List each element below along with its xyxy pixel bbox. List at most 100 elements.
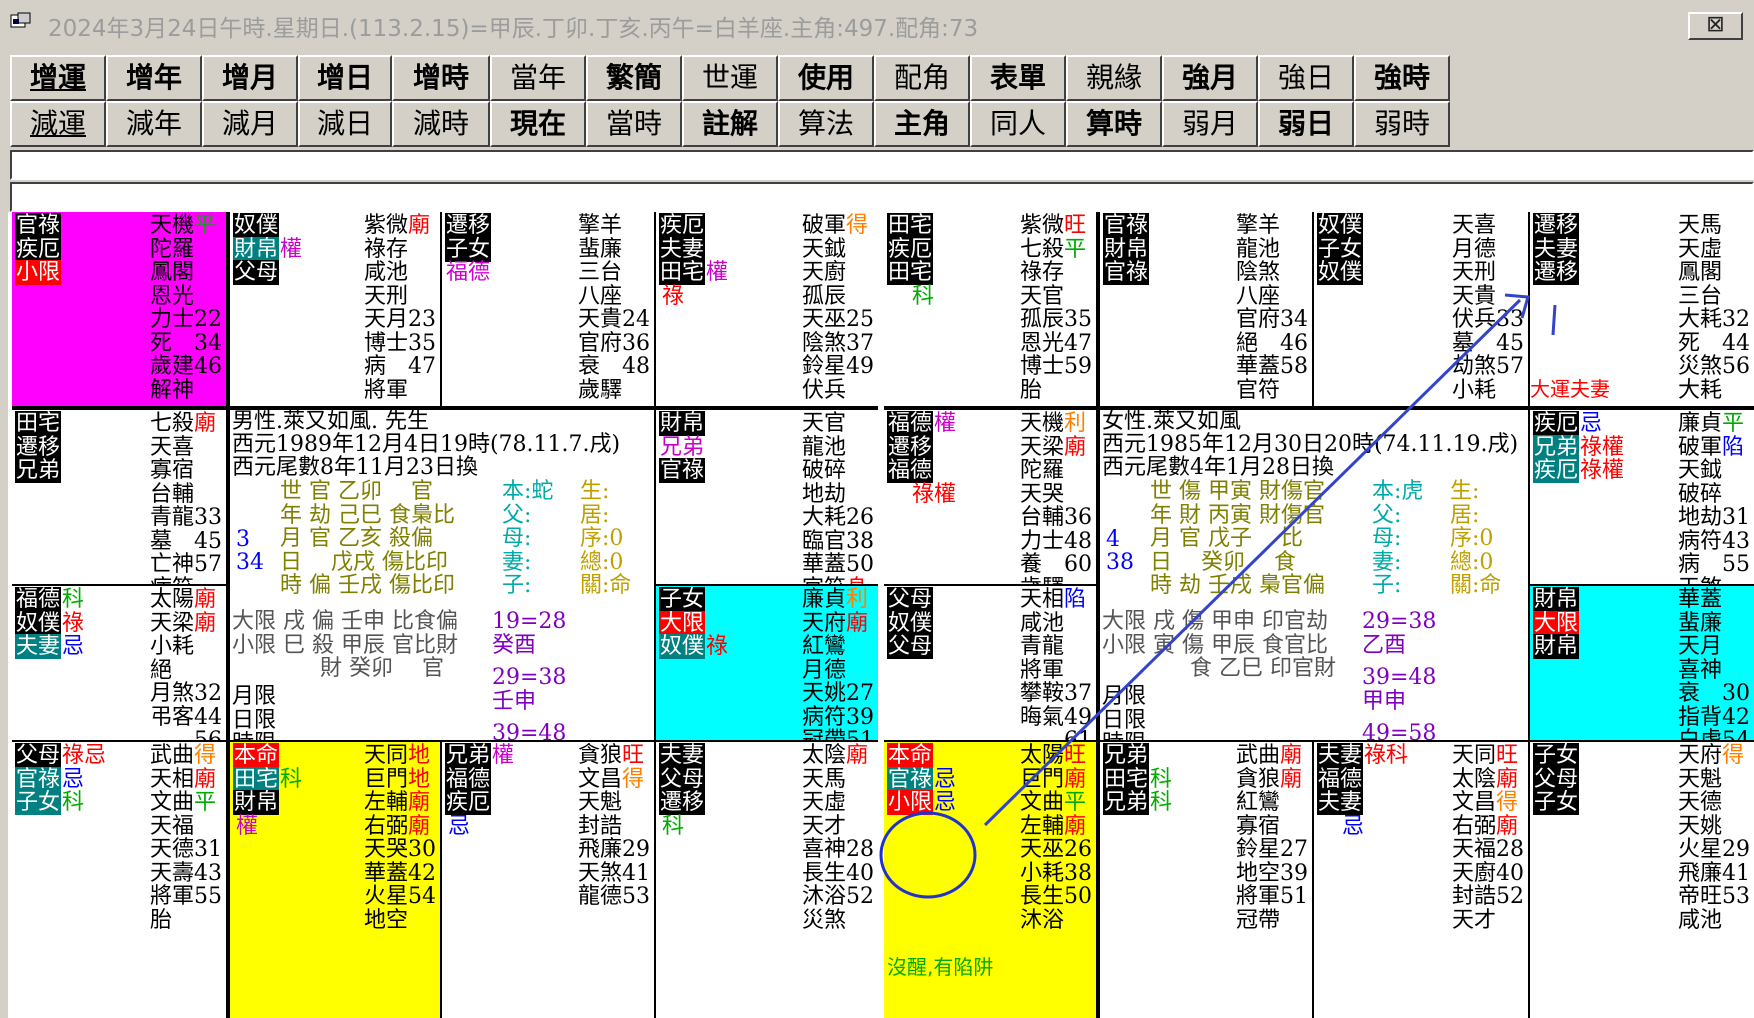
palace-label: 福德: [1317, 766, 1364, 792]
star-name: 天相: [1020, 587, 1065, 612]
toolbar-button-row1-10[interactable]: 表單: [970, 55, 1066, 101]
toolbar-button-label: 減日: [316, 107, 373, 140]
palace-cell-wei[interactable]: 奴僕 子女 奴僕 天喜 月德 天刑 天貴 伏兵33 墓 45 劫煞57 小耗: [1314, 212, 1528, 406]
palace-cell-yin[interactable]: 父母祿忌 官祿忌 子女科 武曲得 天相廟 文曲平 天福 天德31 天壽43 將軍55 胎: [12, 742, 226, 1018]
info-sheng: 總:0: [580, 549, 624, 575]
palace-label: 本命: [887, 743, 934, 768]
palace-label: 夫妻: [1317, 743, 1364, 768]
input-line-2[interactable]: [10, 182, 1754, 212]
toolbar-button-row2-10[interactable]: 同人: [970, 101, 1066, 147]
star-name: 喜神: [1678, 657, 1723, 683]
time-limit: 月限: [232, 684, 277, 709]
toolbar-button-row2-13[interactable]: 弱日: [1258, 101, 1354, 147]
palace-label: 權: [706, 260, 729, 285]
close-button[interactable]: ⊠: [1688, 12, 1743, 40]
palace-label: 子女: [445, 236, 492, 262]
star-name: 長生40: [802, 860, 874, 886]
toolbar-button-row1-14[interactable]: 強時: [1354, 55, 1450, 101]
toolbar-button-label: 現在: [509, 107, 566, 140]
toolbar-button-row2-2[interactable]: 減月: [202, 101, 298, 147]
star-name: 天廚40: [1452, 860, 1524, 886]
info-relation: 妻:: [502, 549, 532, 575]
toolbar-button-row2-7[interactable]: 註解: [682, 101, 778, 147]
toolbar-button-row1-4[interactable]: 增時: [392, 55, 490, 101]
toolbar-button-row1-1[interactable]: 增年: [106, 55, 202, 101]
toolbar-button-row1-12[interactable]: 強月: [1162, 55, 1258, 101]
star-name: 巨門: [1020, 766, 1065, 792]
palace-label: 權: [236, 813, 259, 839]
palace-label: 權: [492, 743, 515, 768]
toolbar-button-row1-11[interactable]: 親緣: [1066, 55, 1162, 101]
star-name: 龍池: [802, 434, 847, 460]
info-sheng: 序:0: [580, 526, 624, 551]
toolbar-button-row2-12[interactable]: 弱月: [1162, 101, 1258, 147]
star-name: 天貴: [1452, 283, 1497, 309]
toolbar-button-row1-13[interactable]: 強日: [1258, 55, 1354, 101]
star-name: 天喜: [150, 434, 195, 460]
palace-cell-zi[interactable]: 兄弟權 福德 疾厄忌貪狼旺 文昌得 天魁 封誥 飛廉29 天煞41 龍德53: [442, 742, 654, 1018]
time-limit: 時限: [1102, 732, 1146, 740]
toolbar-button-row2-5[interactable]: 現在: [490, 101, 586, 147]
palace-label: 科: [662, 813, 685, 839]
palace-cell-mao[interactable]: 父母奴僕父母 天相陷咸池青龍將軍攀鞍37晦氣49 61: [884, 586, 1096, 740]
palace-label: 兄弟: [445, 743, 492, 768]
palace-cell-you[interactable]: 財帛兄弟官祿 天官龍池破碎地劫大耗26臨官38華蓋50官符身: [656, 410, 878, 584]
palace-label: 父母: [15, 743, 62, 768]
toolbar-button-label: 繁簡: [605, 61, 662, 94]
daxian-range: 癸酉: [492, 632, 537, 658]
toolbar-button-row2-11[interactable]: 算時: [1066, 101, 1162, 147]
palace-cell-mao[interactable]: 福德科奴僕祿夫妻忌太陽廟天梁廟小耗絕月煞32弔客44 56: [12, 586, 226, 740]
toolbar-button-row1-5[interactable]: 當年: [490, 55, 586, 101]
toolbar-button-row1-3[interactable]: 增日: [298, 55, 392, 101]
toolbar-button-row2-6[interactable]: 當時: [586, 101, 682, 147]
toolbar-button-row2-4[interactable]: 減時: [392, 101, 490, 147]
palace-cell-chen[interactable]: 福德權遷移福德 祿權天機利天梁廟陀羅天哭台輔36力士48養 60歲驛: [884, 410, 1096, 584]
star-name: 地劫: [802, 481, 847, 507]
toolbar-button-row2-1[interactable]: 減年: [106, 101, 202, 147]
palace-cell-wu[interactable]: 官祿 財帛 官祿 擎羊 龍池 陰煞 八座 官府34 絕 46 華蓋58 官符: [1100, 212, 1312, 406]
palace-cell-chou[interactable]: 本命 田宅科 財帛權天同地 巨門地 左輔廟 右弼廟 天哭30 華蓋42 火星54 地空: [230, 742, 440, 1018]
palace-cell-se[interactable]: 官祿 疾厄 小限 天機平 陀羅 鳳閣 恩光 力士22 死 34 歲建46 解神: [12, 212, 226, 406]
toolbar-button-row2-8[interactable]: 算法: [778, 101, 874, 147]
bazi-line: 時 偏 壬戌 傷比印: [280, 573, 455, 598]
palace-cell-shen[interactable]: 疾厄 夫妻 田宅權祿 破軍得 天鉞 天廚 孤辰 天巫25 陰煞37 鈴星49 伏兵: [656, 212, 878, 406]
palace-labels: 遷移 子女 福德: [445, 213, 492, 285]
bazi-line: 月 官 戊子 比: [1150, 526, 1303, 551]
info-relation: 父:: [1372, 502, 1402, 528]
star-name: 飛廉29: [578, 837, 650, 862]
palace-label: 祿權: [912, 481, 957, 507]
star-name: 蜚廉: [1678, 610, 1723, 636]
toolbar-button-row2-14[interactable]: 弱時: [1354, 101, 1450, 147]
star-name: 胎: [150, 907, 173, 933]
palace-cell-chou[interactable]: 兄弟 田宅科 兄弟科 武曲廟 貪狼廟 紅鸞 寡宿 鈴星27 地空39 將軍51 冠帶: [1100, 742, 1312, 1018]
toolbar-button-row2-9[interactable]: 主角: [874, 101, 970, 147]
palace-cell-xu[interactable]: 子女大限奴僕祿 廉貞利天府廟紅鸞月德天姚27病符39冠帶51劫煞: [656, 586, 878, 740]
star-list: 貪狼旺 文昌得 天魁 封誥 飛廉29 天煞41 龍德53: [578, 744, 650, 909]
palace-cell-se[interactable]: 田宅 疾厄 田宅 科 紫微旺 七殺平 祿存 天官 孤辰35 恩光47 博士59 胎: [884, 212, 1096, 406]
palace-cell-hai[interactable]: 夫妻 父母 遷移科 太陰廟 天馬 天虛 天才 喜神28 長生40 沐浴52 災煞: [656, 742, 878, 1018]
star-name: 天才: [1452, 907, 1497, 933]
palace-cell-chen[interactable]: 田宅遷移兄弟 七殺廟天喜寡宿台輔青龍33墓 45亡神57病符: [12, 410, 226, 584]
input-line-1[interactable]: [10, 150, 1754, 180]
toolbar-button-row1-7[interactable]: 世運: [682, 55, 778, 101]
palace-cell-zi[interactable]: 夫妻祿科 福德 夫妻 忌天同旺 太陰廟 文昌得 右弼廟 天福28 天廚40 封誥52 天才: [1314, 742, 1528, 1018]
toolbar-button-row1-6[interactable]: 繁簡: [586, 55, 682, 101]
daxian-range: 壬申: [492, 688, 537, 714]
toolbar-button-row1-0[interactable]: 增運: [10, 55, 106, 101]
star-name: 墓 45: [150, 528, 222, 554]
palace-cell-wei[interactable]: 遷移 子女 福德 擎羊 蜚廉 三台 八座 天貴24 官府36 衰 48 歲驛: [442, 212, 654, 406]
palace-cell-you[interactable]: 疾厄忌兄弟祿權疾厄祿權廉貞平破軍陷天鉞破碎地劫31病符43病 55天煞: [1530, 410, 1754, 584]
star-name: 病 55: [1678, 552, 1750, 577]
toolbar-button-row1-9[interactable]: 配角: [874, 55, 970, 101]
toolbar-button-label: 減月: [221, 107, 278, 140]
star-name: 天煞41: [578, 860, 650, 886]
star-name: 天廚: [802, 260, 847, 285]
palace-cell-xu[interactable]: 財帛大限財帛 華蓋蜚廉天月喜神衰 30指背42白虎54 身: [1530, 586, 1754, 740]
palace-cell-hai[interactable]: 子女 父母 子女 天府得 天魁 天德 天姚 火星29 飛廉41 帝旺53 咸池: [1530, 742, 1754, 1018]
toolbar-button-row2-0[interactable]: 減運: [10, 101, 106, 147]
palace-cell-wu[interactable]: 奴僕 財帛權 父母 紫微廟 祿存 咸池 天刑 天月23 博士35 病 47 將軍: [230, 212, 440, 406]
toolbar-button-row2-3[interactable]: 減日: [298, 101, 392, 147]
toolbar-button-row1-8[interactable]: 使用: [778, 55, 874, 101]
palace-label: 福德: [445, 766, 492, 792]
toolbar-button-row1-2[interactable]: 增月: [202, 55, 298, 101]
